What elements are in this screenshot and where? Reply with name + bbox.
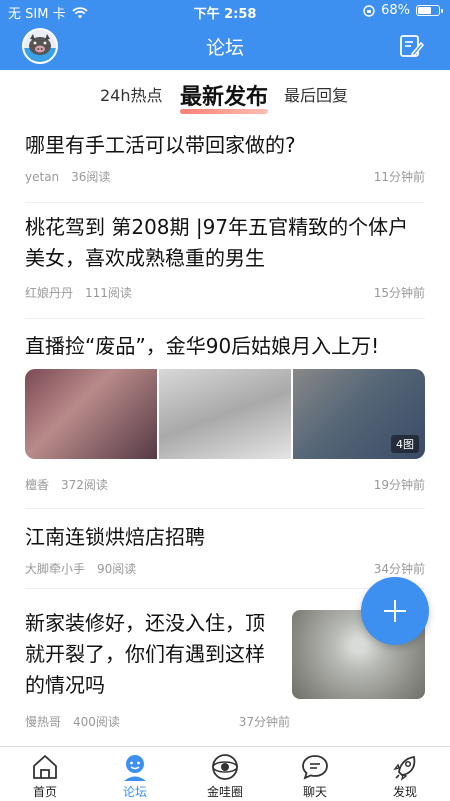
post-reads: 372阅读 [61, 478, 108, 492]
nav-forum[interactable]: 论坛 [90, 747, 180, 801]
image-count-badge: 4图 [391, 435, 419, 453]
post-author: 慢热哥 [25, 715, 62, 729]
post-item[interactable]: 桃花驾到 第208期 |97年五官精致的个体户美女，喜欢成熟稳重的男生 红娘丹丹… [25, 202, 425, 319]
post-time: 15分钟前 [373, 286, 425, 300]
page-title: 论坛 [205, 37, 244, 59]
feed-tabs: 24h热点 最新发布 最后回复 [0, 70, 450, 120]
tab-latest[interactable]: 最新发布 [180, 79, 269, 114]
post-meta: 红娘丹丹 111阅读 [25, 284, 132, 301]
bottom-tab-bar: 首页 论坛 金哇圈 聊天 发现 [0, 746, 450, 801]
nav-label: 聊天 [302, 785, 327, 799]
tab-label: 最后回复 [284, 86, 349, 105]
nav-label: 论坛 [122, 785, 147, 799]
battery-percent: 68% [381, 3, 410, 18]
post-image[interactable] [157, 369, 293, 459]
post-meta: 慢热哥 400阅读 [25, 713, 120, 730]
nav-label: 金哇圈 [206, 785, 243, 799]
nav-circle[interactable]: 金哇圈 [180, 747, 270, 801]
circle-icon [212, 754, 238, 780]
post-reads: 90阅读 [97, 562, 137, 576]
battery-icon [416, 5, 443, 16]
post-reads: 111阅读 [85, 286, 132, 300]
nav-chat[interactable]: 聊天 [270, 747, 360, 801]
forum-icon [124, 755, 146, 781]
tab-last-reply[interactable]: 最后回复 [284, 82, 348, 106]
post-image-gallery[interactable]: 4图 [25, 369, 425, 459]
post-reads: 36阅读 [71, 170, 111, 184]
orientation-lock-icon [363, 4, 375, 17]
post-item[interactable]: 直播捡“废品”，金华90后姑娘月入上万! 4图 檀香 372阅读 19分钟前 [25, 318, 425, 509]
post-time: 34分钟前 [373, 562, 425, 576]
nav-label: 发现 [392, 785, 417, 799]
post-meta: yetan 36阅读 [25, 168, 110, 185]
tab-label: 最新发布 [180, 85, 269, 110]
status-right: 68% [363, 3, 443, 18]
compose-icon[interactable] [398, 33, 424, 59]
post-time: 37分钟前 [238, 715, 290, 729]
nav-home[interactable]: 首页 [0, 747, 90, 801]
plus-icon [384, 600, 406, 622]
post-item[interactable]: 哪里有手工活可以带回家做的? yetan 36阅读 11分钟前 [25, 120, 425, 203]
post-title: 桃花驾到 第208期 |97年五官精致的个体户美女，喜欢成熟稳重的男生 [25, 215, 409, 270]
post-author: yetan [25, 170, 60, 184]
post-title: 直播捡“废品”，金华90后姑娘月入上万! [25, 334, 380, 358]
post-reads: 400阅读 [73, 715, 120, 729]
home-icon [33, 755, 57, 779]
nav-bar: 论坛 [0, 22, 450, 70]
post-author: 大脚牵小手 [25, 562, 86, 576]
rocket-icon [393, 756, 416, 781]
post-image[interactable] [25, 369, 157, 459]
post-time: 19分钟前 [373, 478, 425, 492]
post-title: 哪里有手工活可以带回家做的? [25, 133, 296, 157]
post-author: 檀香 [25, 478, 50, 492]
nav-label: 首页 [32, 785, 57, 799]
nav-discover[interactable]: 发现 [360, 747, 450, 801]
new-post-button[interactable] [361, 577, 429, 645]
post-item[interactable]: 江南连锁烘焙店招聘 大脚牵小手 90阅读 34分钟前 [25, 508, 425, 589]
tab-24h-hot[interactable]: 24h热点 [100, 82, 163, 106]
post-title: 新家装修好，还没入住，顶就开裂了，你们有遇到这样的情况吗 [25, 611, 265, 697]
tab-label: 24h热点 [100, 86, 163, 105]
chat-icon [302, 755, 328, 780]
post-meta: 檀香 372阅读 [25, 476, 108, 493]
post-author: 红娘丹丹 [25, 286, 74, 300]
post-meta: 大脚牵小手 90阅读 [25, 560, 136, 577]
status-bar: 无 SIM 卡 下午 2:58 68% [0, 0, 450, 22]
post-time: 11分钟前 [373, 170, 425, 184]
post-title: 江南连锁烘焙店招聘 [25, 525, 205, 549]
post-image[interactable]: 4图 [293, 369, 425, 459]
